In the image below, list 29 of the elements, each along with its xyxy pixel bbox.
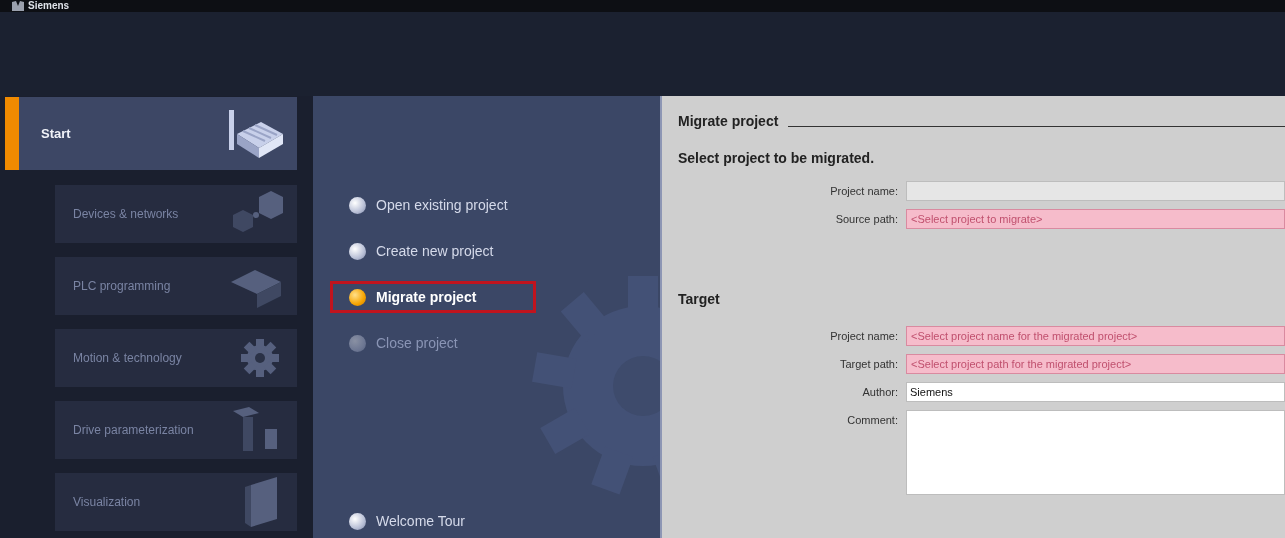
content-title: Migrate project	[678, 112, 779, 131]
comment-field[interactable]	[906, 410, 1285, 495]
bullet-icon	[349, 242, 366, 260]
bullet-icon	[349, 288, 366, 306]
factory-icon	[227, 107, 285, 160]
input-field[interactable]: <Select project path for the migrated project>	[906, 354, 1285, 374]
input-field[interactable]: <Select project to migrate>	[906, 209, 1285, 229]
app-logo-icon	[12, 1, 24, 11]
input-field[interactable]: <Select project name for the migrated project>	[906, 326, 1285, 346]
window-title: Siemens	[28, 1, 70, 11]
field-label: Author:	[861, 385, 898, 400]
input-field[interactable]	[906, 181, 1285, 201]
portal-label: Start	[40, 124, 71, 143]
field-label: Project name:	[829, 329, 898, 344]
section-heading: Target	[678, 290, 721, 309]
input-field[interactable]: Siemens	[906, 382, 1285, 402]
bullet-icon	[349, 196, 366, 214]
field-label: Project name:	[829, 184, 898, 199]
action-item[interactable]: Migrate project	[330, 281, 536, 313]
action-item[interactable]: Create new project	[330, 235, 536, 267]
field-label: Source path:	[834, 212, 898, 227]
welcome-tour-link[interactable]: Welcome Tour	[330, 511, 660, 532]
field-label: Comment:	[846, 413, 898, 428]
action-item[interactable]: Open existing project	[330, 189, 536, 221]
bullet-icon	[349, 513, 366, 530]
portal-tab[interactable]: Start	[5, 97, 297, 170]
section-heading: Select project to be migrated.	[678, 149, 876, 168]
field-label: Target path:	[838, 357, 898, 372]
bullet-icon	[349, 334, 366, 352]
